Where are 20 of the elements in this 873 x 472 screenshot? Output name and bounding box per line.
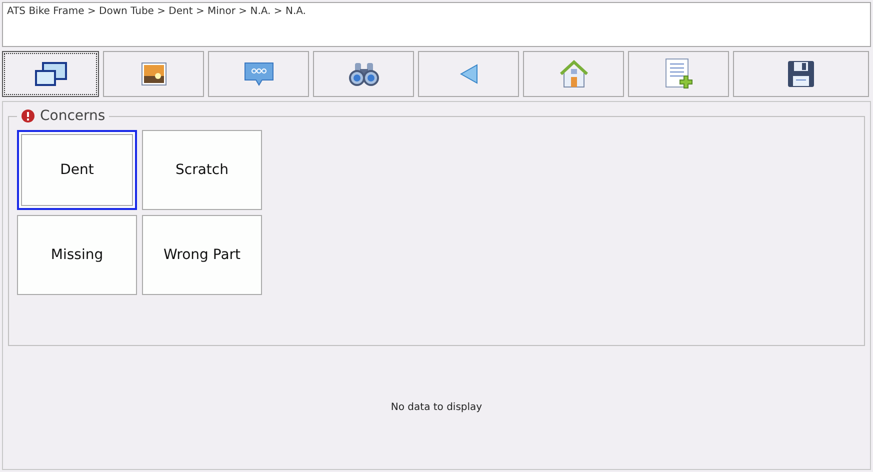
alert-icon bbox=[21, 109, 35, 123]
empty-message: No data to display bbox=[390, 402, 482, 413]
concern-tile[interactable]: Scratch bbox=[142, 130, 262, 210]
new-document-icon bbox=[664, 58, 694, 90]
toolbar-button[interactable] bbox=[313, 51, 414, 97]
group-title: Concerns bbox=[40, 108, 106, 124]
back-arrow-icon bbox=[458, 63, 478, 85]
image-icon bbox=[140, 62, 166, 86]
concern-tile[interactable]: Wrong Part bbox=[142, 215, 262, 295]
concern-tile[interactable]: Missing bbox=[17, 215, 137, 295]
breadcrumb-field: ATS Bike Frame > Down Tube > Dent > Minor > N.A. > N.A. bbox=[2, 2, 871, 47]
toolbar-button[interactable] bbox=[733, 51, 869, 97]
windows-icon bbox=[34, 61, 68, 87]
speech-bubble-icon bbox=[242, 60, 274, 88]
save-icon bbox=[787, 60, 815, 88]
toolbar-button[interactable] bbox=[2, 51, 99, 97]
home-icon bbox=[558, 59, 588, 89]
binoculars-icon bbox=[348, 61, 380, 87]
concern-tile[interactable]: Dent bbox=[17, 130, 137, 210]
toolbar-button[interactable] bbox=[103, 51, 204, 97]
